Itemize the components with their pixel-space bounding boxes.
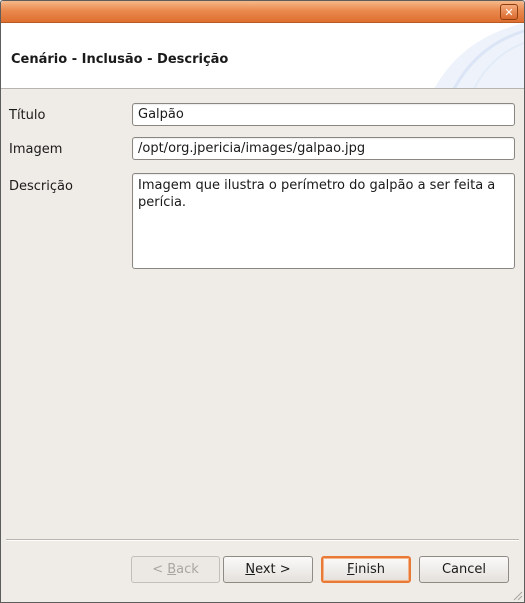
descricao-textarea[interactable]: Imagem que ilustra o perímetro do galpão… [132,173,515,269]
close-icon: ✕ [504,5,514,19]
next-button-label: ext > [255,562,291,577]
finish-button-label: inish [354,562,385,577]
back-button-label: ack [176,562,199,577]
back-button[interactable]: < Back [131,556,220,583]
back-button-prefix: < [152,562,168,577]
button-separator [6,539,519,541]
descricao-label: Descrição [9,179,73,194]
titulo-field[interactable]: Galpão [132,103,515,126]
next-button-mnemonic: N [245,562,256,577]
cancel-button[interactable]: Cancel [419,556,509,583]
next-button[interactable]: Next > [223,556,313,583]
resize-grip-icon[interactable] [511,589,523,601]
finish-button[interactable]: Finish [321,556,411,583]
titulo-label: Título [9,108,46,123]
page-title: Cenário - Inclusão - Descrição [11,52,229,67]
back-button-mnemonic: B [167,562,177,577]
close-button[interactable]: ✕ [500,4,518,20]
imagem-label: Imagem [9,142,63,157]
imagem-field[interactable]: /opt/org.jpericia/images/galpao.jpg [132,137,515,160]
finish-button-mnemonic: F [347,562,355,577]
cancel-button-label: Cancel [441,562,487,577]
header-swirl-decoration [434,23,524,88]
wizard-dialog: ✕ Cenário - Inclusão - Descrição Título … [0,0,525,603]
wizard-header: Cenário - Inclusão - Descrição [1,23,524,89]
title-bar[interactable]: ✕ [1,1,524,23]
